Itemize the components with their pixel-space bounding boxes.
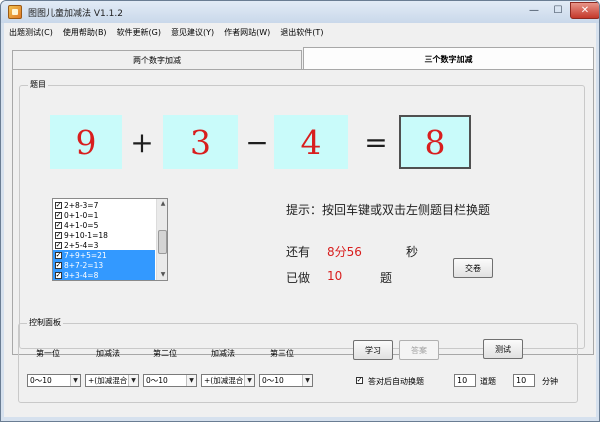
op2-select[interactable]: +(加减混合 ▼ bbox=[201, 374, 255, 387]
equals-sign: = bbox=[364, 125, 388, 159]
history-scrollbar[interactable]: ▲ ▼ bbox=[156, 199, 167, 280]
question-count-input[interactable]: 10 bbox=[454, 374, 476, 387]
chevron-down-icon[interactable]: ▼ bbox=[128, 375, 138, 386]
chevron-down-icon[interactable]: ▼ bbox=[302, 375, 312, 386]
chevron-down-icon[interactable]: ▼ bbox=[186, 375, 196, 386]
remaining-label: 还有 bbox=[286, 245, 311, 259]
remaining-time: 8分56 bbox=[327, 245, 362, 259]
client-area: 两个数字加减 三个数字加减 题目 9 + 3 − 4 = 8 ✓ 2+8-3=7 bbox=[4, 41, 596, 417]
item-checkbox[interactable]: ✓ bbox=[55, 241, 62, 249]
chevron-down-icon[interactable]: ▼ bbox=[244, 375, 254, 386]
title-bar: 图图儿童加减法 V1.1.2 — ☐ ✕ bbox=[1, 1, 599, 23]
menu-help[interactable]: 使用帮助(B) bbox=[58, 27, 112, 38]
time-limit-input[interactable]: 10 bbox=[513, 374, 535, 387]
list-item-text: 8+7-2=13 bbox=[64, 260, 104, 270]
question-group-title: 题目 bbox=[28, 79, 48, 90]
test-button[interactable]: 测试 bbox=[483, 339, 523, 359]
list-item[interactable]: ✓ 9+10-1=18 bbox=[53, 230, 155, 240]
menu-exit[interactable]: 退出软件(T) bbox=[275, 27, 328, 38]
remaining-unit: 秒 bbox=[406, 245, 419, 259]
list-item[interactable]: ✓ 4+1-0=5 bbox=[53, 220, 155, 230]
close-icon[interactable]: ✕ bbox=[570, 2, 599, 19]
third-number: 4 bbox=[274, 115, 348, 169]
list-item-text: 2+5-4=3 bbox=[64, 240, 99, 250]
menu-feedback[interactable]: 意见建议(Y) bbox=[166, 27, 219, 38]
maximize-icon[interactable]: ☐ bbox=[546, 2, 570, 19]
minimize-icon[interactable]: — bbox=[522, 2, 546, 19]
done-label: 已做 bbox=[286, 271, 311, 285]
scroll-thumb[interactable] bbox=[158, 230, 167, 254]
answer-input[interactable]: 8 bbox=[399, 115, 471, 169]
op2-label: 加减法 bbox=[211, 349, 235, 358]
history-list[interactable]: ✓ 2+8-3=7 ✓ 0+1-0=1 ✓ 4+1-0=5 ✓ 9+10-1=1… bbox=[52, 198, 168, 281]
item-checkbox[interactable]: ✓ bbox=[55, 271, 62, 279]
first-number: 9 bbox=[50, 115, 122, 169]
submit-button[interactable]: 交卷 bbox=[453, 258, 493, 278]
tab-three-numbers[interactable]: 三个数字加减 bbox=[303, 47, 594, 70]
control-panel: 控制面板 第一位 加减法 第二位 加减法 第三位 0～10 ▼ +(加减混合 ▼… bbox=[18, 317, 578, 403]
second-operator: − bbox=[245, 125, 269, 159]
menu-update[interactable]: 软件更新(G) bbox=[112, 27, 166, 38]
tab-two-numbers[interactable]: 两个数字加减 bbox=[12, 50, 302, 70]
list-item[interactable]: ✓ 0+1-0=1 bbox=[53, 210, 155, 220]
tab-panel: 题目 9 + 3 − 4 = 8 ✓ 2+8-3=7 ✓ 0+1-0=1 ✓ 4… bbox=[12, 69, 594, 355]
second-digit-value: 0～10 bbox=[146, 376, 168, 385]
item-checkbox[interactable]: ✓ bbox=[55, 201, 62, 209]
scroll-down-icon[interactable]: ▼ bbox=[157, 270, 167, 280]
second-digit-select[interactable]: 0～10 ▼ bbox=[143, 374, 197, 387]
item-checkbox[interactable]: ✓ bbox=[55, 251, 62, 259]
first-operator: + bbox=[130, 125, 154, 159]
question-group: 题目 9 + 3 − 4 = 8 ✓ 2+8-3=7 ✓ 0+1-0=1 ✓ 4… bbox=[19, 79, 585, 349]
item-checkbox[interactable]: ✓ bbox=[55, 231, 62, 239]
question-count-unit: 道题 bbox=[480, 377, 496, 386]
list-item[interactable]: ✓ 2+8-3=7 bbox=[53, 200, 155, 210]
study-button[interactable]: 学习 bbox=[353, 340, 393, 360]
list-item-text: 0+1-0=1 bbox=[64, 210, 99, 220]
list-item-text: 4+1-0=5 bbox=[64, 220, 99, 230]
scroll-up-icon[interactable]: ▲ bbox=[157, 199, 167, 209]
item-checkbox[interactable]: ✓ bbox=[55, 221, 62, 229]
list-item-text: 2+8-3=7 bbox=[64, 200, 99, 210]
op1-value: +(加减混合 bbox=[88, 376, 128, 385]
op2-value: +(加减混合 bbox=[204, 376, 244, 385]
second-digit-label: 第二位 bbox=[153, 349, 177, 358]
first-digit-label: 第一位 bbox=[36, 349, 60, 358]
app-icon bbox=[8, 5, 22, 19]
chevron-down-icon[interactable]: ▼ bbox=[70, 375, 80, 386]
answer-button[interactable]: 答案 bbox=[399, 340, 439, 360]
done-count: 10 bbox=[327, 269, 343, 283]
auto-switch-label: 答对后自动换题 bbox=[368, 377, 424, 386]
second-number: 3 bbox=[163, 115, 238, 169]
list-item-text: 7+9+5=21 bbox=[64, 250, 107, 260]
menu-test[interactable]: 出题测试(C) bbox=[4, 27, 58, 38]
first-digit-value: 0～10 bbox=[30, 376, 52, 385]
menu-author-site[interactable]: 作者网站(W) bbox=[219, 27, 275, 38]
menu-bar: 出题测试(C) 使用帮助(B) 软件更新(G) 意见建议(Y) 作者网站(W) … bbox=[4, 23, 596, 41]
op1-select[interactable]: +(加减混合 ▼ bbox=[85, 374, 139, 387]
third-digit-value: 0～10 bbox=[262, 376, 284, 385]
app-window: 图图儿童加减法 V1.1.2 — ☐ ✕ 出题测试(C) 使用帮助(B) 软件更… bbox=[0, 0, 600, 422]
done-unit: 题 bbox=[380, 271, 393, 285]
list-item-text: 9+10-1=18 bbox=[64, 230, 108, 240]
third-digit-select[interactable]: 0～10 ▼ bbox=[259, 374, 313, 387]
list-item[interactable]: ✓ 9+3-4=8 bbox=[53, 270, 155, 280]
list-item[interactable]: ✓ 2+5-4=3 bbox=[53, 240, 155, 250]
first-digit-select[interactable]: 0～10 ▼ bbox=[27, 374, 81, 387]
item-checkbox[interactable]: ✓ bbox=[55, 211, 62, 219]
item-checkbox[interactable]: ✓ bbox=[55, 261, 62, 269]
third-digit-label: 第三位 bbox=[270, 349, 294, 358]
list-item[interactable]: ✓ 8+7-2=13 bbox=[53, 260, 155, 270]
list-item[interactable]: ✓ 7+9+5=21 bbox=[53, 250, 155, 260]
list-item-text: 9+3-4=8 bbox=[64, 270, 99, 280]
auto-switch-checkbox[interactable]: ✓ bbox=[356, 377, 363, 384]
window-title: 图图儿童加减法 V1.1.2 bbox=[28, 9, 123, 19]
time-limit-unit: 分钟 bbox=[542, 377, 558, 386]
control-panel-title: 控制面板 bbox=[27, 317, 63, 328]
hint-text: 提示：按回车键或双击左侧题目栏换题 bbox=[286, 203, 491, 217]
op1-label: 加减法 bbox=[96, 349, 120, 358]
